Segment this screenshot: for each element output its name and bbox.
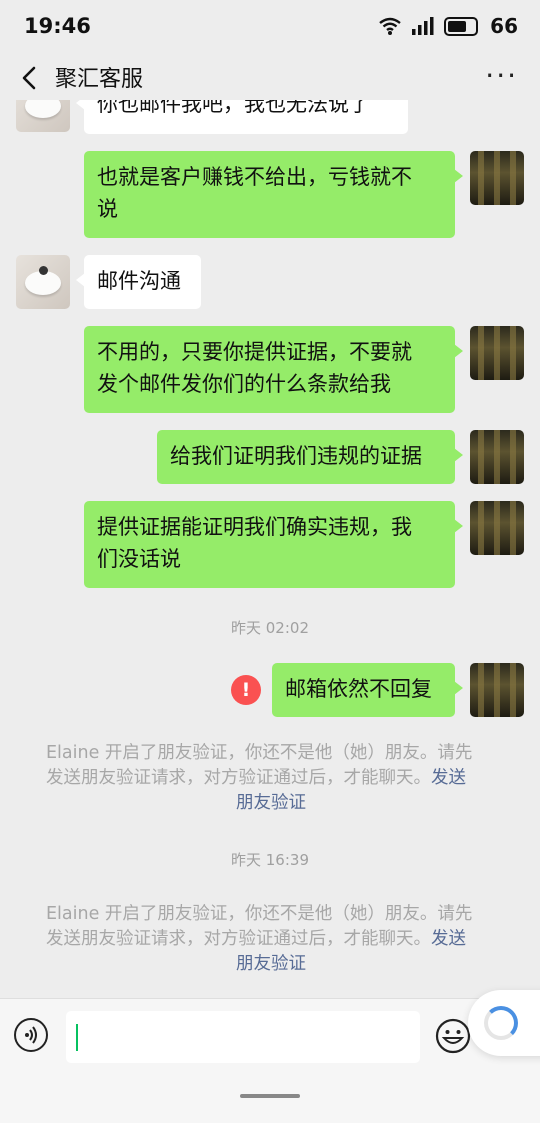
cellular-signal-icon bbox=[412, 17, 434, 35]
message-input[interactable] bbox=[66, 1011, 420, 1063]
status-icons: 66 bbox=[378, 14, 518, 38]
battery-icon bbox=[444, 16, 479, 36]
my-avatar[interactable] bbox=[470, 663, 524, 717]
status-bar: 19:46 66 bbox=[0, 0, 540, 56]
emoji-icon[interactable] bbox=[435, 1018, 471, 1054]
chat-header: 聚汇客服 ··· bbox=[0, 56, 540, 100]
notice-text: 发送朋友验证请求，对方验证通过后，才能聊天。 bbox=[46, 929, 431, 949]
home-indicator[interactable] bbox=[240, 1094, 300, 1098]
message-text: 说 bbox=[97, 197, 118, 221]
notice-text: 发送朋友验证请求，对方验证通过后，才能聊天。 bbox=[46, 768, 431, 788]
send-verification-link[interactable]: 发送 bbox=[431, 929, 466, 949]
message-bubble-incoming[interactable]: 你也邮件我吧，我也无法说了 bbox=[76, 100, 408, 134]
my-avatar[interactable] bbox=[470, 326, 524, 380]
back-arrow-icon[interactable] bbox=[14, 62, 46, 94]
voice-input-icon[interactable] bbox=[14, 1018, 48, 1052]
message-bubble-outgoing[interactable]: 不用的，只要你提供证据，不要就 发个邮件发你们的什么条款给我 bbox=[84, 326, 463, 413]
wifi-icon bbox=[379, 17, 401, 35]
message-bubble-outgoing[interactable]: 给我们证明我们违规的证据 bbox=[157, 430, 463, 484]
system-notice: Elaine 开启了朋友验证，你还不是他（她）朋友。请先 发送朋友验证请求，对方… bbox=[46, 741, 496, 816]
contact-avatar[interactable] bbox=[16, 255, 70, 309]
floating-assist-button[interactable] bbox=[468, 990, 540, 1056]
text-caret bbox=[76, 1024, 78, 1051]
send-failed-icon[interactable]: ! bbox=[231, 675, 261, 705]
message-list[interactable]: 你也邮件我吧，我也无法说了 也就是客户赚钱不给出，亏钱就不 说 邮件沟通 不用的… bbox=[0, 100, 540, 998]
contact-avatar[interactable] bbox=[16, 100, 70, 132]
timestamp: 昨天 16:39 bbox=[231, 851, 309, 869]
message-text: 提供证据能证明我们确实违规，我 bbox=[97, 515, 412, 539]
message-text: 们没话说 bbox=[97, 547, 181, 571]
notice-text: Elaine 开启了朋友验证，你还不是他（她）朋友。请先 bbox=[46, 904, 473, 924]
chat-title: 聚汇客服 bbox=[55, 67, 144, 92]
loading-spinner-icon bbox=[484, 1006, 518, 1040]
timestamp: 昨天 02:02 bbox=[231, 619, 309, 637]
message-text: 你也邮件我吧，我也无法说了 bbox=[97, 100, 370, 116]
battery-level: 66 bbox=[490, 14, 518, 38]
my-avatar[interactable] bbox=[470, 501, 524, 555]
send-verification-link[interactable]: 发送 bbox=[431, 768, 466, 788]
message-text: 邮箱依然不回复 bbox=[285, 677, 432, 701]
message-bubble-incoming[interactable]: 邮件沟通 bbox=[76, 255, 201, 309]
more-options-button[interactable]: ··· bbox=[485, 62, 518, 90]
message-bubble-outgoing[interactable]: 也就是客户赚钱不给出，亏钱就不 说 bbox=[84, 151, 463, 238]
my-avatar[interactable] bbox=[470, 430, 524, 484]
send-verification-link[interactable]: 朋友验证 bbox=[236, 954, 306, 974]
message-text: 邮件沟通 bbox=[97, 269, 181, 293]
notice-text: Elaine 开启了朋友验证，你还不是他（她）朋友。请先 bbox=[46, 743, 473, 763]
my-avatar[interactable] bbox=[470, 151, 524, 205]
send-verification-link[interactable]: 朋友验证 bbox=[236, 793, 306, 813]
message-text: 发个邮件发你们的什么条款给我 bbox=[97, 372, 391, 396]
message-text: 也就是客户赚钱不给出，亏钱就不 bbox=[97, 165, 412, 189]
clock: 19:46 bbox=[24, 14, 91, 38]
message-bubble-outgoing[interactable]: 提供证据能证明我们确实违规，我 们没话说 bbox=[84, 501, 463, 588]
system-notice: Elaine 开启了朋友验证，你还不是他（她）朋友。请先 发送朋友验证请求，对方… bbox=[46, 902, 496, 977]
message-text: 不用的，只要你提供证据，不要就 bbox=[97, 340, 412, 364]
input-bar bbox=[0, 998, 540, 1123]
message-bubble-outgoing[interactable]: 邮箱依然不回复 bbox=[272, 663, 463, 717]
message-text: 给我们证明我们违规的证据 bbox=[170, 444, 422, 468]
